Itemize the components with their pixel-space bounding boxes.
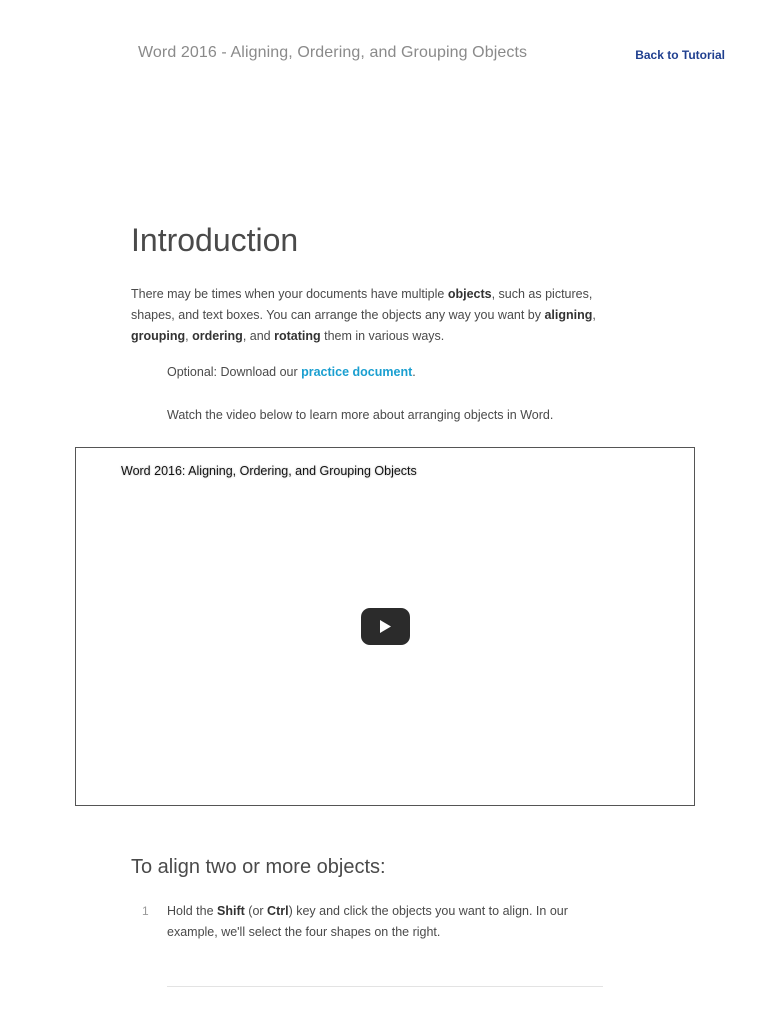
tutorial-page: Word 2016 - Aligning, Ordering, and Grou…: [0, 0, 768, 1024]
intro-bold-term: grouping: [131, 329, 186, 343]
page-header-title: Word 2016 - Aligning, Ordering, and Grou…: [138, 44, 528, 61]
key-ctrl: Ctrl: [267, 904, 289, 918]
intro-text: them in various ways.: [320, 329, 445, 343]
section-divider: [167, 986, 603, 987]
step-number: 1: [142, 904, 149, 918]
optional-prefix: Optional: Download our: [167, 365, 302, 379]
intro-paragraph: There may be times when your documents h…: [131, 284, 621, 347]
video-title[interactable]: Word 2016: Aligning, Ordering, and Group…: [121, 464, 417, 478]
play-icon: [380, 620, 391, 633]
back-to-tutorial-link[interactable]: Back to Tutorial: [635, 48, 725, 62]
step-text-part: Hold the: [167, 904, 218, 918]
intro-bold-term: rotating: [274, 329, 321, 343]
align-objects-heading: To align two or more objects:: [131, 856, 386, 878]
introduction-heading: Introduction: [131, 222, 299, 258]
intro-text: There may be times when your documents h…: [131, 287, 448, 301]
watch-video-text: Watch the video below to learn more abou…: [167, 408, 554, 422]
optional-suffix: .: [412, 365, 416, 379]
intro-bold-term: objects: [447, 287, 492, 301]
intro-text: , and: [242, 329, 275, 343]
play-button[interactable]: [361, 608, 410, 645]
optional-download-line: Optional: Download our practice document…: [167, 365, 416, 379]
intro-bold-term: ordering: [192, 329, 243, 343]
video-player[interactable]: Word 2016: Aligning, Ordering, and Group…: [75, 447, 695, 806]
practice-document-link[interactable]: practice document: [301, 365, 412, 379]
step-text-part: (or: [244, 904, 268, 918]
key-shift: Shift: [217, 904, 245, 918]
step-text: Hold the Shift (or Ctrl) key and click t…: [167, 901, 607, 943]
intro-text: ,: [592, 308, 596, 322]
intro-bold-term: aligning: [544, 308, 593, 322]
